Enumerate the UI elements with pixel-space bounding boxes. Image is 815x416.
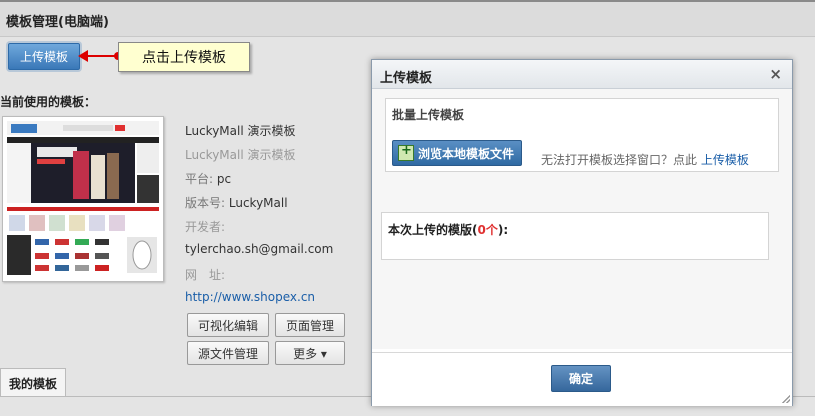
list-title-prefix: 本次上传的模版( (388, 223, 478, 237)
version-label: 版本号: (185, 196, 226, 210)
page-header: 模板管理(电脑端) (0, 2, 815, 37)
template-version: 版本号: LuckyMall (185, 194, 288, 211)
callout-note: 点击上传模板 (118, 42, 250, 72)
confirm-button[interactable]: 确定 (551, 365, 611, 392)
version-value: LuckyMall (228, 196, 288, 210)
more-dropdown[interactable]: 更多 ▾ (275, 341, 345, 365)
uploaded-list-title: 本次上传的模版(0个): (388, 221, 508, 238)
resize-grip-icon[interactable] (782, 395, 790, 403)
page-manage-button[interactable]: 页面管理 (275, 313, 345, 337)
source-manage-button[interactable]: 源文件管理 (187, 341, 269, 365)
cannot-open-hint: 无法打开模板选择窗口？点此 上传模板 (541, 151, 749, 168)
cannot-open-text: 无法打开模板选择窗口？点此 (541, 153, 698, 167)
add-file-icon (398, 143, 414, 161)
template-platform: 平台: pc (185, 170, 231, 187)
platform-value: pc (216, 172, 232, 186)
list-title-suffix: ): (497, 223, 509, 237)
browse-button-label: 浏览本地模板文件 (418, 146, 515, 161)
template-thumbnail[interactable] (2, 116, 164, 282)
upload-template-dialog: 上传模板 × 批量上传模板 浏览本地模板文件 无法打开模板选择窗口？点此 上传模… (371, 59, 793, 406)
close-icon[interactable]: × (769, 65, 782, 83)
browse-local-files-button[interactable]: 浏览本地模板文件 (392, 140, 522, 166)
upload-template-link[interactable]: 上传模板 (701, 153, 749, 167)
tab-my-templates[interactable]: 我的模板 (0, 368, 66, 397)
template-name: LuckyMall 演示模板 (185, 124, 296, 138)
template-description: LuckyMall 演示模板 (185, 148, 296, 162)
arrow-icon (78, 50, 88, 62)
template-url-link[interactable]: http://www.shopex.cn (185, 290, 315, 304)
uploaded-list-panel: 本次上传的模版(0个): (381, 212, 769, 260)
dialog-header: 上传模板 × (372, 60, 792, 89)
batch-upload-panel: 批量上传模板 浏览本地模板文件 无法打开模板选择窗口？点此 上传模板 (385, 98, 779, 172)
dialog-body: 批量上传模板 浏览本地模板文件 无法打开模板选择窗口？点此 上传模板 本次上传的… (372, 89, 792, 349)
dialog-footer: 确定 (372, 352, 792, 406)
page-title: 模板管理(电脑端) (6, 15, 109, 30)
platform-label: 平台: (185, 172, 214, 186)
visual-edit-button[interactable]: 可视化编辑 (187, 313, 269, 337)
template-preview-image (3, 117, 163, 281)
developer-value: tylerchao.sh@gmail.com (185, 242, 334, 256)
url-label: 网 址: (185, 268, 226, 282)
dialog-title: 上传模板 (380, 71, 433, 86)
batch-upload-label: 批量上传模板 (392, 108, 465, 122)
developer-label: 开发者: (185, 220, 226, 234)
upload-template-button[interactable]: 上传模板 (8, 43, 80, 70)
upload-count: 0个 (477, 223, 498, 237)
current-template-label: 当前使用的模板： (0, 95, 97, 109)
